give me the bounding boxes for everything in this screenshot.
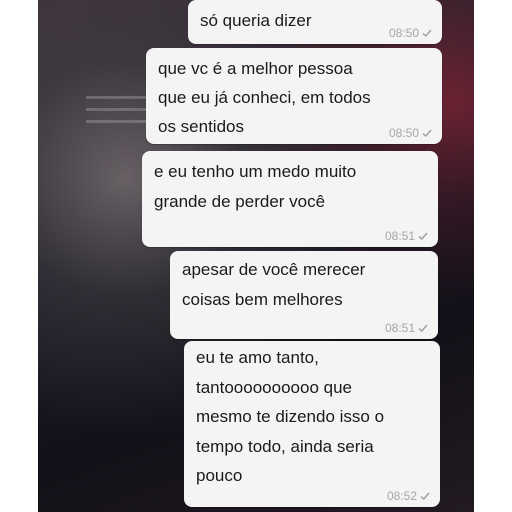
check-icon <box>420 492 430 500</box>
message-bubble[interactable]: e eu tenho um medo muito grande de perde… <box>142 151 438 247</box>
message-meta: 08:50 <box>389 26 432 40</box>
message-text: eu te amo tanto, tantoooooooooo que mesm… <box>196 348 385 485</box>
message-text: que vc é a melhor pessoa que eu já conhe… <box>158 59 371 136</box>
message-time: 08:50 <box>388 26 419 40</box>
message-meta: 08:52 <box>387 489 430 503</box>
message-time: 08:52 <box>386 489 417 503</box>
message-text: só queria dizer <box>200 11 312 30</box>
message-time: 08:51 <box>384 229 415 243</box>
message-bubble[interactable]: que vc é a melhor pessoa que eu já conhe… <box>146 48 442 144</box>
message-bubble[interactable]: eu te amo tanto, tantoooooooooo que mesm… <box>184 341 440 507</box>
message-bubble[interactable]: apesar de você merecer coisas bem melhor… <box>170 251 438 339</box>
message-text: e eu tenho um medo muito grande de perde… <box>154 162 357 211</box>
check-icon <box>422 129 432 137</box>
message-time: 08:51 <box>384 321 415 335</box>
check-icon <box>418 232 428 240</box>
message-meta: 08:51 <box>385 321 428 335</box>
message-time: 08:50 <box>388 126 419 140</box>
message-text: apesar de você merecer coisas bem melhor… <box>182 260 366 309</box>
message-meta: 08:51 <box>385 229 428 243</box>
message-bubble[interactable]: só queria dizer 08:50 <box>188 0 442 44</box>
check-icon <box>418 324 428 332</box>
message-meta: 08:50 <box>389 126 432 140</box>
chat-screen: só queria dizer 08:50 que vc é a melhor … <box>0 0 512 512</box>
check-icon <box>422 29 432 37</box>
